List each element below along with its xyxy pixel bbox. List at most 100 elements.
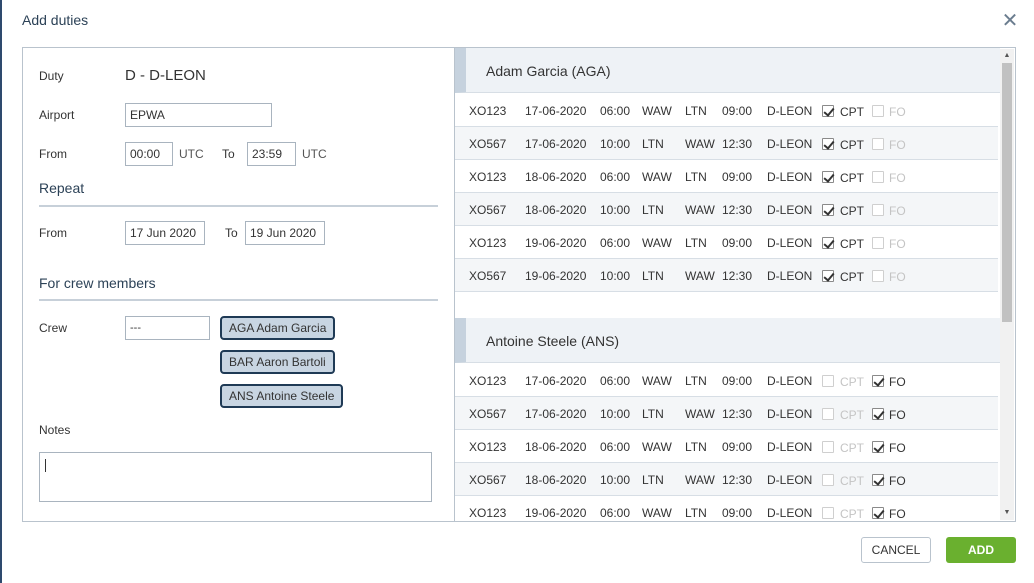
crew-pill-bar[interactable]: BAR Aaron Bartoli (220, 350, 335, 374)
crew-label: Crew (39, 321, 68, 335)
fo-label: FO (889, 105, 906, 119)
to-utc-label: UTC (302, 147, 327, 161)
cpt-label: CPT (840, 474, 864, 488)
flight-number: XO123 (469, 440, 507, 454)
cpt-checkbox[interactable] (822, 270, 834, 282)
arrival-time: 12:30 (722, 473, 753, 487)
arrival-airport: LTN (685, 374, 707, 388)
crew-duty-group-name: Antoine Steele (ANS) (486, 333, 620, 349)
flight-date: 19-06-2020 (525, 269, 587, 283)
arrival-time: 09:00 (722, 506, 753, 520)
cpt-checkbox[interactable] (822, 474, 834, 486)
from-utc-label: UTC (179, 147, 204, 161)
duty-row: XO567 17-06-2020 10:00 LTN WAW 12:30 D-LEON CPT… (455, 127, 998, 160)
fo-checkbox[interactable] (872, 105, 884, 117)
departure-airport: WAW (642, 170, 672, 184)
repeat-to-date-input[interactable]: 19 Jun 2020 (245, 221, 325, 245)
cpt-label: CPT (840, 375, 864, 389)
crew-pill-ans[interactable]: ANS Antoine Steele (220, 384, 344, 408)
duty-row: XO123 19-06-2020 06:00 WAW LTN 09:00 D-LEON CPT… (455, 496, 998, 521)
arrival-time: 12:30 (722, 407, 753, 421)
cpt-checkbox[interactable] (822, 408, 834, 420)
dialog-body: Duty D - D-LEON Airport EPWA From 00:00 … (22, 47, 1016, 522)
add-button[interactable]: ADD (946, 537, 1016, 563)
close-icon[interactable]: ✕ (1001, 10, 1019, 32)
aircraft-registration: D-LEON (767, 203, 813, 217)
flight-date: 18-06-2020 (525, 473, 587, 487)
arrival-time: 09:00 (722, 104, 753, 118)
aircraft-registration: D-LEON (767, 506, 813, 520)
flight-number: XO567 (469, 137, 507, 151)
duties-list: Adam Garcia (AGA) XO123 17-06-2020 06:00 WAW… (454, 48, 1015, 521)
departure-time: 06:00 (600, 170, 631, 184)
fo-checkbox[interactable] (872, 171, 884, 183)
fo-checkbox[interactable] (872, 204, 884, 216)
scroll-thumb[interactable] (1002, 63, 1012, 322)
arrival-airport: LTN (685, 506, 707, 520)
fo-label: FO (889, 507, 906, 521)
fo-checkbox[interactable] (872, 474, 884, 486)
departure-airport: LTN (642, 473, 664, 487)
fo-checkbox[interactable] (872, 138, 884, 150)
flight-date: 17-06-2020 (525, 407, 587, 421)
duties-scrollbar[interactable]: ▲ ▼ (1000, 49, 1014, 520)
crew-pill-aga[interactable]: AGA Adam Garcia (220, 316, 336, 340)
fo-label: FO (889, 204, 906, 218)
departure-airport: WAW (642, 236, 672, 250)
crew-divider (39, 299, 438, 301)
cpt-checkbox[interactable] (822, 204, 834, 216)
flight-number: XO567 (469, 203, 507, 217)
aircraft-registration: D-LEON (767, 473, 813, 487)
arrival-airport: LTN (685, 236, 707, 250)
cpt-checkbox[interactable] (822, 138, 834, 150)
flight-number: XO123 (469, 506, 507, 520)
cpt-checkbox[interactable] (822, 171, 834, 183)
repeat-from-date-input[interactable]: 17 Jun 2020 (125, 221, 205, 245)
from-time-label: From (39, 147, 67, 161)
fo-checkbox[interactable] (872, 237, 884, 249)
duty-row: XO567 18-06-2020 10:00 LTN WAW 12:30 D-LEON CPT… (455, 463, 998, 496)
cpt-checkbox[interactable] (822, 375, 834, 387)
arrival-time: 12:30 (722, 137, 753, 151)
crew-duty-group-name: Adam Garcia (AGA) (486, 63, 611, 79)
fo-label: FO (889, 270, 906, 284)
aircraft-registration: D-LEON (767, 407, 813, 421)
scroll-up-arrow-icon[interactable]: ▲ (1000, 49, 1014, 63)
aircraft-registration: D-LEON (767, 374, 813, 388)
fo-checkbox[interactable] (872, 408, 884, 420)
cpt-checkbox[interactable] (822, 105, 834, 117)
duty-row: XO123 17-06-2020 06:00 WAW LTN 09:00 D-LEON CPT… (455, 364, 998, 397)
cpt-checkbox[interactable] (822, 507, 834, 519)
arrival-airport: WAW (685, 407, 715, 421)
duty-row: XO123 18-06-2020 06:00 WAW LTN 09:00 D-LEON CPT… (455, 430, 998, 463)
window-edge (0, 0, 2, 583)
fo-label: FO (889, 441, 906, 455)
airport-input[interactable]: EPWA (125, 103, 272, 127)
fo-checkbox[interactable] (872, 441, 884, 453)
aircraft-registration: D-LEON (767, 104, 813, 118)
cpt-label: CPT (840, 270, 864, 284)
fo-label: FO (889, 237, 906, 251)
duty-row: XO123 17-06-2020 06:00 WAW LTN 09:00 D-LEON CPT… (455, 94, 998, 127)
to-time-input[interactable]: 23:59 (247, 142, 296, 166)
airport-label: Airport (39, 108, 75, 122)
flight-number: XO123 (469, 236, 507, 250)
flight-date: 19-06-2020 (525, 506, 587, 520)
departure-airport: LTN (642, 137, 664, 151)
cpt-checkbox[interactable] (822, 441, 834, 453)
crew-select[interactable]: --- (125, 316, 210, 340)
from-time-input[interactable]: 00:00 (125, 142, 173, 166)
departure-time: 06:00 (600, 104, 631, 118)
duty-value: D - D-LEON (125, 67, 206, 84)
cpt-checkbox[interactable] (822, 237, 834, 249)
repeat-heading: Repeat (39, 180, 85, 196)
flight-date: 18-06-2020 (525, 170, 587, 184)
departure-time: 06:00 (600, 440, 631, 454)
notes-textarea[interactable] (39, 452, 432, 502)
cancel-button[interactable]: CANCEL (861, 537, 931, 563)
fo-checkbox[interactable] (872, 270, 884, 282)
fo-checkbox[interactable] (872, 375, 884, 387)
scroll-down-arrow-icon[interactable]: ▼ (1000, 506, 1014, 520)
arrival-time: 12:30 (722, 203, 753, 217)
fo-checkbox[interactable] (872, 507, 884, 519)
